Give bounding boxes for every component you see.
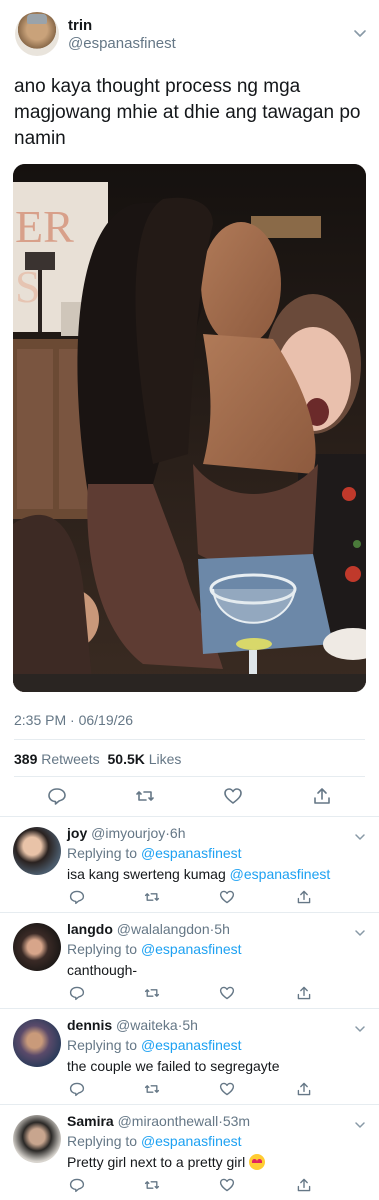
reply-body: Pretty girl next to a pretty girl — [67, 1154, 246, 1170]
replying-to-link[interactable]: @espanasfinest — [141, 845, 242, 861]
retweet-icon[interactable] — [135, 786, 155, 806]
reply-author-handle[interactable]: @miraonthewall — [118, 1113, 219, 1129]
chevron-down-icon[interactable] — [354, 927, 366, 939]
reply-author-name[interactable]: Samira — [67, 1113, 114, 1129]
replying-prefix: Replying to — [67, 941, 138, 957]
avatar[interactable] — [13, 1115, 61, 1163]
replying-prefix: Replying to — [67, 1037, 138, 1053]
reply-header: joy @imyourjoy·6h — [67, 825, 186, 841]
divider — [14, 776, 365, 777]
retweets-count[interactable]: 389 — [14, 751, 37, 767]
mention-link[interactable]: @espanasfinest — [230, 866, 331, 882]
reply-text: canthough- — [67, 962, 137, 978]
replying-to-link[interactable]: @espanasfinest — [141, 1037, 242, 1053]
retweet-icon[interactable] — [144, 1081, 160, 1097]
tweet-text: ano kaya thought process ng mga magjowan… — [14, 76, 361, 149]
reply-item[interactable]: langdo @walalangdon·5h Replying to @espa… — [0, 912, 379, 1008]
speech-bubble-icon[interactable] — [69, 985, 85, 1001]
share-icon[interactable] — [312, 786, 332, 806]
reply-actions — [0, 889, 379, 909]
replying-to: Replying to @espanasfinest — [67, 1133, 242, 1149]
photo-illustration: ER S — [13, 164, 366, 692]
heart-icon[interactable] — [219, 1177, 235, 1193]
chevron-down-icon[interactable] — [353, 26, 367, 40]
replying-to: Replying to @espanasfinest — [67, 941, 242, 957]
tweet-photo[interactable]: ER S — [13, 164, 366, 692]
reply-author-handle[interactable]: @waiteka — [116, 1017, 178, 1033]
author-handle[interactable]: @espanasfinest — [68, 35, 176, 52]
reply-text: Pretty girl next to a pretty girl — [67, 1154, 266, 1170]
likes-count[interactable]: 50.5K — [108, 751, 145, 767]
share-icon[interactable] — [296, 1081, 312, 1097]
speech-bubble-icon[interactable] — [47, 786, 67, 806]
share-icon[interactable] — [296, 985, 312, 1001]
tweet-actions — [0, 780, 379, 812]
reply-item[interactable]: Samira @miraonthewall·53m Replying to @e… — [0, 1104, 379, 1200]
replying-to-link[interactable]: @espanasfinest — [141, 1133, 242, 1149]
avatar[interactable] — [13, 1019, 61, 1067]
heart-icon[interactable] — [219, 985, 235, 1001]
divider — [14, 739, 365, 740]
reply-actions — [0, 985, 379, 1005]
reply-item[interactable]: dennis @waiteka·5h Replying to @espanasf… — [0, 1008, 379, 1104]
hat-shape — [27, 14, 47, 24]
heart-icon[interactable] — [219, 889, 235, 905]
reply-author-name[interactable]: joy — [67, 825, 87, 841]
reply-header: langdo @walalangdon·5h — [67, 921, 230, 937]
retweets-label[interactable]: Retweets — [41, 751, 99, 767]
reply-author-handle[interactable]: @imyourjoy — [91, 825, 165, 841]
replying-to: Replying to @espanasfinest — [67, 845, 242, 861]
reply-body: isa kang swerteng kumag — [67, 866, 226, 882]
share-icon[interactable] — [296, 889, 312, 905]
chevron-down-icon[interactable] — [354, 1023, 366, 1035]
reply-text: isa kang swerteng kumag @espanasfinest — [67, 866, 330, 882]
author-name[interactable]: trin — [68, 17, 92, 34]
reply-time[interactable]: 53m — [223, 1113, 250, 1129]
reply-actions — [0, 1177, 379, 1197]
reply-actions — [0, 1081, 379, 1101]
reply-item[interactable]: joy @imyourjoy·6h Replying to @espanasfi… — [0, 816, 379, 912]
replying-prefix: Replying to — [67, 845, 138, 861]
share-icon[interactable] — [296, 1177, 312, 1193]
tweet-timestamp[interactable]: 2:35 PM · 06/19/26 — [14, 712, 133, 728]
avatar[interactable] — [13, 827, 61, 875]
heart-icon[interactable] — [219, 1081, 235, 1097]
reply-time[interactable]: 5h — [214, 921, 230, 937]
tweet-stats: 389 Retweets 50.5K Likes — [14, 751, 181, 767]
retweet-icon[interactable] — [144, 985, 160, 1001]
reply-header: dennis @waiteka·5h — [67, 1017, 198, 1033]
reply-author-name[interactable]: langdo — [67, 921, 113, 937]
heart-icon[interactable] — [223, 786, 243, 806]
retweet-icon[interactable] — [144, 1177, 160, 1193]
tweet-header: trin @espanasfinest — [0, 0, 379, 70]
reply-time[interactable]: 6h — [170, 825, 186, 841]
chevron-down-icon[interactable] — [354, 1119, 366, 1131]
speech-bubble-icon[interactable] — [69, 1177, 85, 1193]
reply-body: canthough- — [67, 962, 138, 978]
retweet-icon[interactable] — [144, 889, 160, 905]
avatar[interactable] — [15, 12, 59, 56]
reply-author-name[interactable]: dennis — [67, 1017, 112, 1033]
avatar[interactable] — [13, 923, 61, 971]
reply-header: Samira @miraonthewall·53m — [67, 1113, 250, 1129]
chevron-down-icon[interactable] — [354, 831, 366, 843]
replying-to-link[interactable]: @espanasfinest — [141, 941, 242, 957]
likes-label[interactable]: Likes — [149, 751, 182, 767]
reply-time[interactable]: 5h — [182, 1017, 198, 1033]
reply-text: the couple we failed to segregayte — [67, 1058, 279, 1074]
reply-author-handle[interactable]: @walalangdon — [117, 921, 210, 937]
speech-bubble-icon[interactable] — [69, 889, 85, 905]
svg-text:ER: ER — [15, 201, 74, 252]
heart-eyes-emoji-icon — [249, 1154, 266, 1170]
reply-body: the couple we failed to segregayte — [67, 1058, 280, 1074]
speech-bubble-icon[interactable] — [69, 1081, 85, 1097]
replying-to: Replying to @espanasfinest — [67, 1037, 242, 1053]
replying-prefix: Replying to — [67, 1133, 138, 1149]
